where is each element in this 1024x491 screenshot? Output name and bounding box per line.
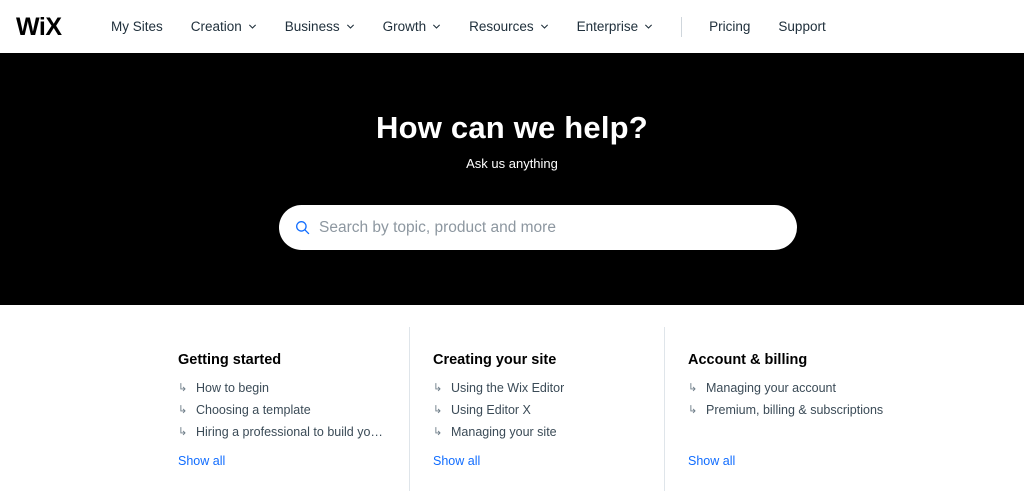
- category-account-billing: Account & billing ↳ Managing your account…: [688, 305, 918, 491]
- arrow-return-icon: ↳: [688, 404, 698, 416]
- nav-item-label: Growth: [382, 19, 427, 34]
- arrow-return-icon: ↳: [433, 426, 443, 438]
- nav-item-growth[interactable]: Growth: [383, 19, 442, 34]
- nav-item-label: Business: [284, 19, 340, 34]
- category-link[interactable]: ↳ Hiring a professional to build yo…: [178, 421, 383, 443]
- category-link[interactable]: ↳ Choosing a template: [178, 399, 383, 421]
- nav-item-business[interactable]: Business: [285, 19, 355, 34]
- show-all-link[interactable]: Show all: [688, 454, 735, 468]
- category-title: Creating your site: [433, 352, 557, 368]
- column-divider: [409, 327, 410, 491]
- nav-item-resources[interactable]: Resources: [469, 19, 549, 34]
- arrow-return-icon: ↳: [178, 382, 188, 394]
- nav-item-label: Pricing: [709, 19, 751, 34]
- category-link[interactable]: ↳ Premium, billing & subscriptions: [688, 399, 883, 421]
- hero-title: How can we help?: [376, 110, 648, 145]
- nav-divider: [681, 16, 683, 37]
- chevron-down-icon: [346, 24, 354, 29]
- nav-item-label: Creation: [190, 19, 242, 34]
- category-link[interactable]: ↳ Managing your site: [433, 421, 564, 443]
- arrow-return-icon: ↳: [178, 404, 188, 416]
- category-link[interactable]: ↳ Using the Wix Editor: [433, 377, 564, 399]
- nav-item-pricing[interactable]: Pricing: [709, 19, 750, 34]
- chevron-down-icon: [540, 24, 548, 29]
- category-title: Getting started: [178, 352, 282, 368]
- main-nav: My Sites Creation Business Growth Resour…: [111, 0, 854, 53]
- nav-item-enterprise[interactable]: Enterprise: [577, 19, 654, 34]
- search-bar[interactable]: [279, 205, 797, 250]
- arrow-return-icon: ↳: [178, 426, 188, 438]
- nav-item-my-sites[interactable]: My Sites: [111, 19, 163, 34]
- chevron-down-icon: [248, 24, 256, 29]
- wix-logo[interactable]: WiX: [16, 13, 62, 42]
- nav-item-label: Enterprise: [576, 19, 639, 34]
- arrow-return-icon: ↳: [688, 382, 698, 394]
- show-all-link[interactable]: Show all: [433, 454, 480, 468]
- hero-subtitle: Ask us anything: [466, 156, 558, 171]
- nav-item-label: My Sites: [111, 19, 163, 34]
- category-links: ↳ Using the Wix Editor ↳ Using Editor X ↳ M…: [433, 377, 564, 443]
- category-links: ↳ How to begin ↳ Choosing a template ↳ Hiri…: [178, 377, 383, 443]
- category-creating-your-site: Creating your site ↳ Using the Wix Editor…: [433, 305, 653, 491]
- arrow-return-icon: ↳: [433, 404, 443, 416]
- search-icon: [296, 221, 310, 235]
- category-title: Account & billing: [688, 352, 808, 368]
- arrow-return-icon: ↳: [433, 382, 443, 394]
- nav-item-label: Resources: [469, 19, 534, 34]
- help-categories: Getting started ↳ How to begin ↳ Choosing …: [0, 305, 1024, 491]
- category-link[interactable]: ↳ Using Editor X: [433, 399, 564, 421]
- chevron-down-icon: [645, 24, 653, 29]
- column-divider: [664, 327, 665, 491]
- chevron-down-icon: [433, 24, 441, 29]
- top-navigation: WiX My Sites Creation Business Growth Re…: [0, 0, 1024, 53]
- help-hero: How can we help? Ask us anything: [0, 53, 1024, 305]
- search-input[interactable]: [317, 217, 761, 238]
- category-getting-started: Getting started ↳ How to begin ↳ Choosing …: [178, 305, 398, 491]
- category-link[interactable]: ↳ How to begin: [178, 377, 383, 399]
- nav-item-support[interactable]: Support: [778, 19, 825, 34]
- category-links: ↳ Managing your account ↳ Premium, billing…: [688, 377, 883, 421]
- nav-item-label: Support: [778, 19, 826, 34]
- nav-item-creation[interactable]: Creation: [191, 19, 257, 34]
- category-link[interactable]: ↳ Managing your account: [688, 377, 883, 399]
- show-all-link[interactable]: Show all: [178, 454, 225, 468]
